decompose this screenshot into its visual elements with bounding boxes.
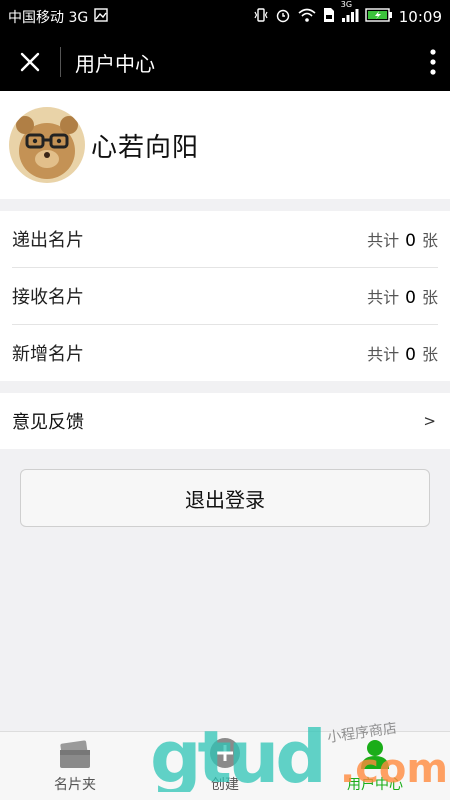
tab-create[interactable]: 创建 [150, 732, 300, 800]
list-item-label: 接收名片 [12, 287, 84, 308]
list-item-label: 新增名片 [12, 344, 84, 365]
battery-icon [365, 7, 393, 26]
feedback-item[interactable]: 意见反馈 > [0, 393, 450, 449]
avatar[interactable] [9, 107, 85, 183]
image-icon [94, 8, 108, 25]
profile-card: 心若向阳 [0, 91, 450, 199]
list-item-label: 递出名片 [12, 230, 84, 251]
page-title: 用户中心 [75, 51, 155, 76]
more-button[interactable] [430, 33, 436, 91]
list-item-count: 共计 0 张 [367, 288, 438, 308]
wifi-icon [297, 7, 317, 26]
feedback-label: 意见反馈 [12, 412, 84, 433]
logout-button[interactable]: 退出登录 [20, 469, 430, 527]
close-button[interactable] [0, 33, 60, 91]
close-icon [20, 52, 40, 72]
chevron-right-icon: > [423, 412, 436, 430]
sim-icon [323, 7, 335, 26]
network-type: 3G [340, 0, 353, 9]
list-item-received-cards[interactable]: 接收名片 共计 0 张 [12, 268, 438, 325]
plus-circle-icon [208, 736, 242, 770]
nav-divider [60, 47, 61, 77]
carrier-label: 中国移动 3G [8, 9, 89, 26]
card-stats-list: 递出名片 共计 0 张 接收名片 共计 0 张 新增名片 共计 0 张 [0, 211, 450, 381]
clock: 10:09 [398, 7, 442, 26]
vibrate-icon [253, 7, 269, 26]
tab-card-holder[interactable]: 名片夹 [0, 732, 150, 800]
signal-icon: 3G [341, 1, 359, 26]
list-item-count: 共计 0 张 [367, 345, 438, 365]
list-item-sent-cards[interactable]: 递出名片 共计 0 张 [12, 211, 438, 268]
status-bar: 中国移动 3G 3G 10:09 [0, 0, 450, 33]
tab-label: 创建 [211, 777, 239, 793]
tab-label: 名片夹 [54, 777, 96, 793]
tab-user-center[interactable]: 用户中心 [300, 732, 450, 800]
list-item-count: 共计 0 张 [367, 231, 438, 251]
card-holder-icon [58, 736, 92, 770]
alarm-icon [275, 7, 291, 26]
user-icon [358, 736, 392, 770]
more-vertical-icon [430, 49, 436, 75]
tab-bar: 名片夹 创建 用户中心 [0, 731, 450, 800]
user-name: 心若向阳 [91, 132, 200, 163]
list-item-new-cards[interactable]: 新增名片 共计 0 张 [12, 325, 438, 381]
tab-label: 用户中心 [347, 777, 403, 793]
nav-bar: 用户中心 [0, 33, 450, 91]
